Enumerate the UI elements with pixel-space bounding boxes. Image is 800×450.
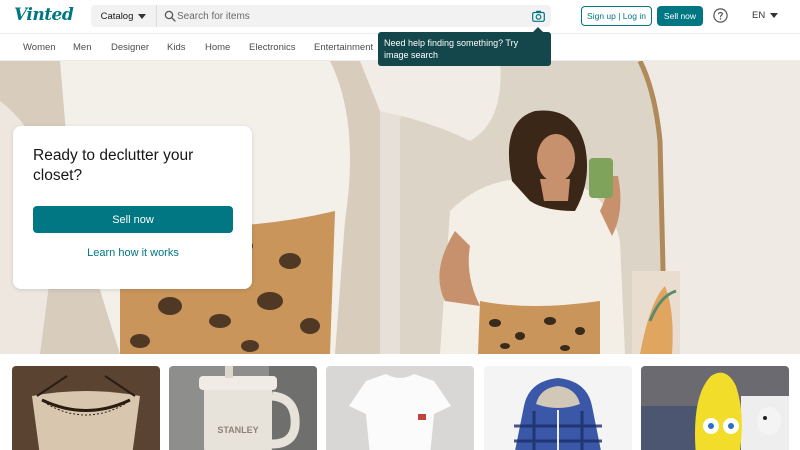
item-feed: STANLEY [0, 354, 800, 450]
chevron-down-icon [770, 13, 779, 18]
header-sell-now-button[interactable]: Sell now [657, 6, 703, 26]
category-designer[interactable]: Designer [111, 42, 149, 53]
search-icon [164, 10, 176, 22]
hero-banner: Ready to declutter your closet? Sell now… [0, 61, 800, 354]
category-electronics[interactable]: Electronics [249, 42, 295, 53]
white-tshirt-photo [326, 366, 474, 450]
catalog-label: Catalog [100, 10, 134, 22]
image-search-tooltip: Need help finding something? Try image s… [378, 27, 551, 66]
item-card-lace-top[interactable] [12, 366, 160, 450]
stanley-cup-photo: STANLEY [169, 366, 317, 450]
item-card-white-tshirt[interactable] [326, 366, 474, 450]
camera-icon[interactable] [532, 10, 545, 22]
hero-title: Ready to declutter your closet? [33, 147, 194, 184]
vinted-logo[interactable]: Vinted [14, 5, 74, 25]
hero-card: Ready to declutter your closet? Sell now… [13, 126, 252, 289]
language-label: EN [752, 10, 766, 21]
catalog-dropdown[interactable]: Catalog [91, 5, 157, 27]
plaid-hoodie-photo [484, 366, 632, 450]
tooltip-text: Need help finding something? Try image s… [384, 38, 519, 60]
hero-sell-now-button[interactable]: Sell now [33, 206, 233, 233]
item-card-stanley-cup[interactable]: STANLEY [169, 366, 317, 450]
category-women[interactable]: Women [23, 42, 56, 53]
help-icon[interactable] [713, 8, 728, 23]
category-home[interactable]: Home [205, 42, 230, 53]
stanley-label-graphic: STANLEY [217, 425, 258, 435]
signup-login-button[interactable]: Sign up | Log in [581, 6, 652, 26]
category-entertainment[interactable]: Entertainment [314, 42, 373, 53]
category-kids[interactable]: Kids [167, 42, 185, 53]
language-selector[interactable]: EN [752, 10, 779, 21]
header: Vinted Catalog Sign up | Log in Sell now… [0, 0, 800, 33]
category-men[interactable]: Men [73, 42, 91, 53]
spongebob-plush-photo [641, 366, 789, 450]
search-input[interactable] [177, 8, 517, 24]
lace-top-photo [12, 366, 160, 450]
item-card-plaid-hoodie[interactable] [484, 366, 632, 450]
chevron-down-icon [138, 13, 147, 19]
learn-how-it-works-link[interactable]: Learn how it works [33, 247, 233, 259]
item-card-spongebob-plush[interactable] [641, 366, 789, 450]
search-bar: Catalog [91, 5, 551, 27]
